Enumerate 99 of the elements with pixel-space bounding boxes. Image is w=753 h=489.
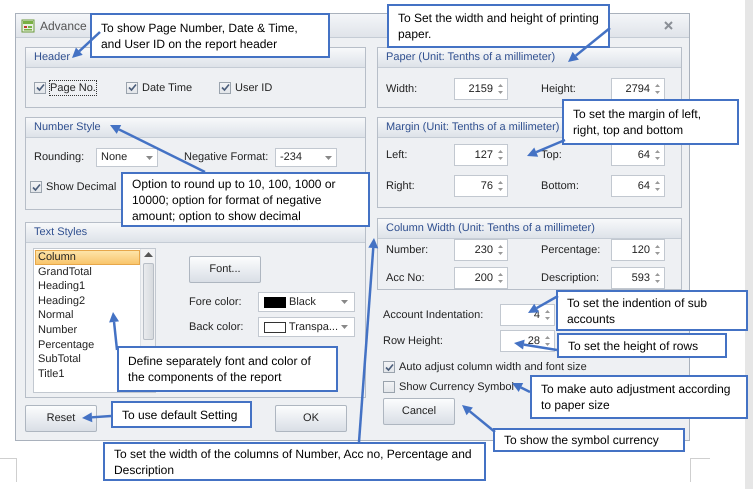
dropdown[interactable]: -234	[275, 148, 337, 167]
dropdown[interactable]: None	[96, 148, 158, 167]
number-spinner[interactable]: 2794	[611, 78, 665, 100]
spin-arrows-icon	[497, 271, 504, 285]
button[interactable]: Font...	[189, 256, 261, 283]
callout-tooltip: To use default Setting	[111, 401, 252, 428]
spin-arrows-icon	[654, 82, 661, 96]
field-label: Left:	[386, 148, 408, 163]
check-icon	[384, 362, 394, 372]
callout-tooltip: To show Page Number, Date & Time, and User ID on the report header	[90, 13, 330, 58]
group-title: Margin (Unit: Tenths of a millimeter)	[386, 120, 560, 136]
checkbox[interactable]: Show Currency Symbol	[383, 380, 514, 394]
page-corner-mark	[0, 458, 17, 482]
callout-tooltip: To set the indention of sub accounts	[556, 290, 748, 331]
number-spinner[interactable]: 64	[611, 144, 665, 166]
number-spinner[interactable]: 200	[454, 267, 508, 289]
checkbox[interactable]: Auto adjust column width and font size	[383, 360, 587, 374]
callout-tooltip: Define separately font and color of the components of the report	[117, 346, 338, 392]
spin-arrows-icon	[654, 271, 661, 285]
spin-arrows-icon	[654, 179, 661, 193]
field-label: Number:	[386, 242, 430, 258]
field-label: Height:	[541, 82, 577, 97]
checkbox[interactable]: Show Decimal	[30, 180, 116, 194]
color-swatch	[264, 322, 286, 332]
spin-arrows-icon	[497, 148, 504, 162]
caret-icon	[341, 300, 348, 304]
spin-arrows-icon	[497, 179, 504, 193]
spin-arrows-icon	[654, 148, 661, 162]
color-dropdown[interactable]: Transpa...	[258, 317, 355, 337]
list-item[interactable]: Column	[35, 250, 140, 265]
group-title: Number Style	[34, 120, 101, 136]
arrow	[512, 383, 531, 394]
list-item[interactable]: Normal	[35, 308, 140, 323]
number-spinner[interactable]: 64	[611, 175, 665, 197]
button[interactable]: OK	[275, 405, 347, 432]
field-label: Width:	[386, 82, 418, 97]
checkbox[interactable]: Date Time	[126, 80, 192, 94]
callout-tooltip: To make auto adjustment according to paper size	[530, 375, 748, 419]
spin-arrows-icon	[544, 308, 551, 322]
group-title: Text Styles	[34, 225, 88, 240]
list-item[interactable]: Number	[35, 322, 140, 338]
app-icon	[21, 18, 35, 32]
field-label: Back color:	[189, 320, 244, 335]
field-label: Bottom:	[541, 178, 580, 194]
group-title: Header	[34, 50, 70, 66]
spin-arrows-icon	[654, 243, 661, 257]
field-label: Row Height:	[383, 334, 444, 349]
field-label: Description:	[541, 270, 600, 286]
field-label: Account Indentation:	[383, 308, 484, 323]
field-label: Rounding:	[34, 150, 86, 166]
number-spinner[interactable]: 230	[454, 239, 508, 261]
callout-tooltip: To Set the width and height of printing paper.	[387, 4, 610, 48]
arrow	[462, 405, 496, 433]
field-label: Acc No:	[386, 270, 426, 286]
scroll-thumb[interactable]	[142, 263, 154, 340]
scroll-up-icon	[144, 252, 152, 257]
window-title: Advance	[40, 18, 87, 34]
button[interactable]: Cancel	[383, 398, 455, 425]
number-spinner[interactable]: 593	[611, 267, 665, 289]
close-icon	[664, 21, 672, 30]
group-title: Paper (Unit: Tenths of a millimeter)	[386, 50, 556, 66]
callout-tooltip: Option to round up to 10, 100, 1000 or 10000; option for format of negative amount; option to show decimal	[121, 172, 370, 227]
number-spinner[interactable]: 76	[454, 175, 508, 197]
group-title: Column Width (Unit: Tenths of a millimeter)	[386, 221, 595, 236]
callout-tooltip: To set the margin of left, right, top and bottom	[562, 99, 739, 145]
spin-arrows-icon	[544, 334, 551, 348]
field-label: Percentage:	[541, 242, 602, 258]
spin-arrows-icon	[497, 243, 504, 257]
list-item[interactable]: Heading1	[35, 279, 140, 294]
callout-tooltip: To set the width of the columns of Number, Acc no, Percentage and Description	[103, 442, 486, 481]
arrow	[72, 31, 101, 58]
field-label: Negative Format:	[184, 150, 270, 166]
check-icon	[36, 83, 44, 92]
spin-arrows-icon	[497, 82, 504, 96]
check-icon	[128, 83, 136, 92]
field-label: Fore color:	[189, 294, 243, 310]
arrow	[82, 412, 112, 422]
list-item[interactable]: Heading2	[35, 294, 140, 308]
field-label: Top:	[541, 148, 563, 163]
arrow	[568, 27, 611, 62]
number-spinner[interactable]: 2159	[454, 78, 508, 100]
number-spinner[interactable]: 127	[454, 144, 508, 166]
page-corner-mark	[690, 458, 710, 482]
check-icon	[220, 83, 230, 92]
caret-icon	[325, 156, 332, 160]
callout-tooltip: To show the symbol currency	[493, 428, 685, 452]
caret-icon	[341, 325, 348, 329]
number-spinner[interactable]: 28	[500, 330, 555, 352]
number-spinner[interactable]: 120	[611, 239, 665, 261]
button[interactable]: Reset	[25, 405, 97, 432]
list-item[interactable]: GrandTotal	[35, 264, 140, 280]
check-icon	[32, 182, 40, 192]
callout-tooltip: To set the height of rows	[557, 333, 727, 358]
checkbox[interactable]: Page No.	[34, 80, 96, 94]
field-label: Right:	[386, 178, 416, 194]
checkbox[interactable]: User ID	[219, 80, 272, 94]
color-dropdown[interactable]: Black	[258, 292, 355, 312]
arrow	[109, 312, 120, 350]
caret-icon	[146, 156, 153, 160]
